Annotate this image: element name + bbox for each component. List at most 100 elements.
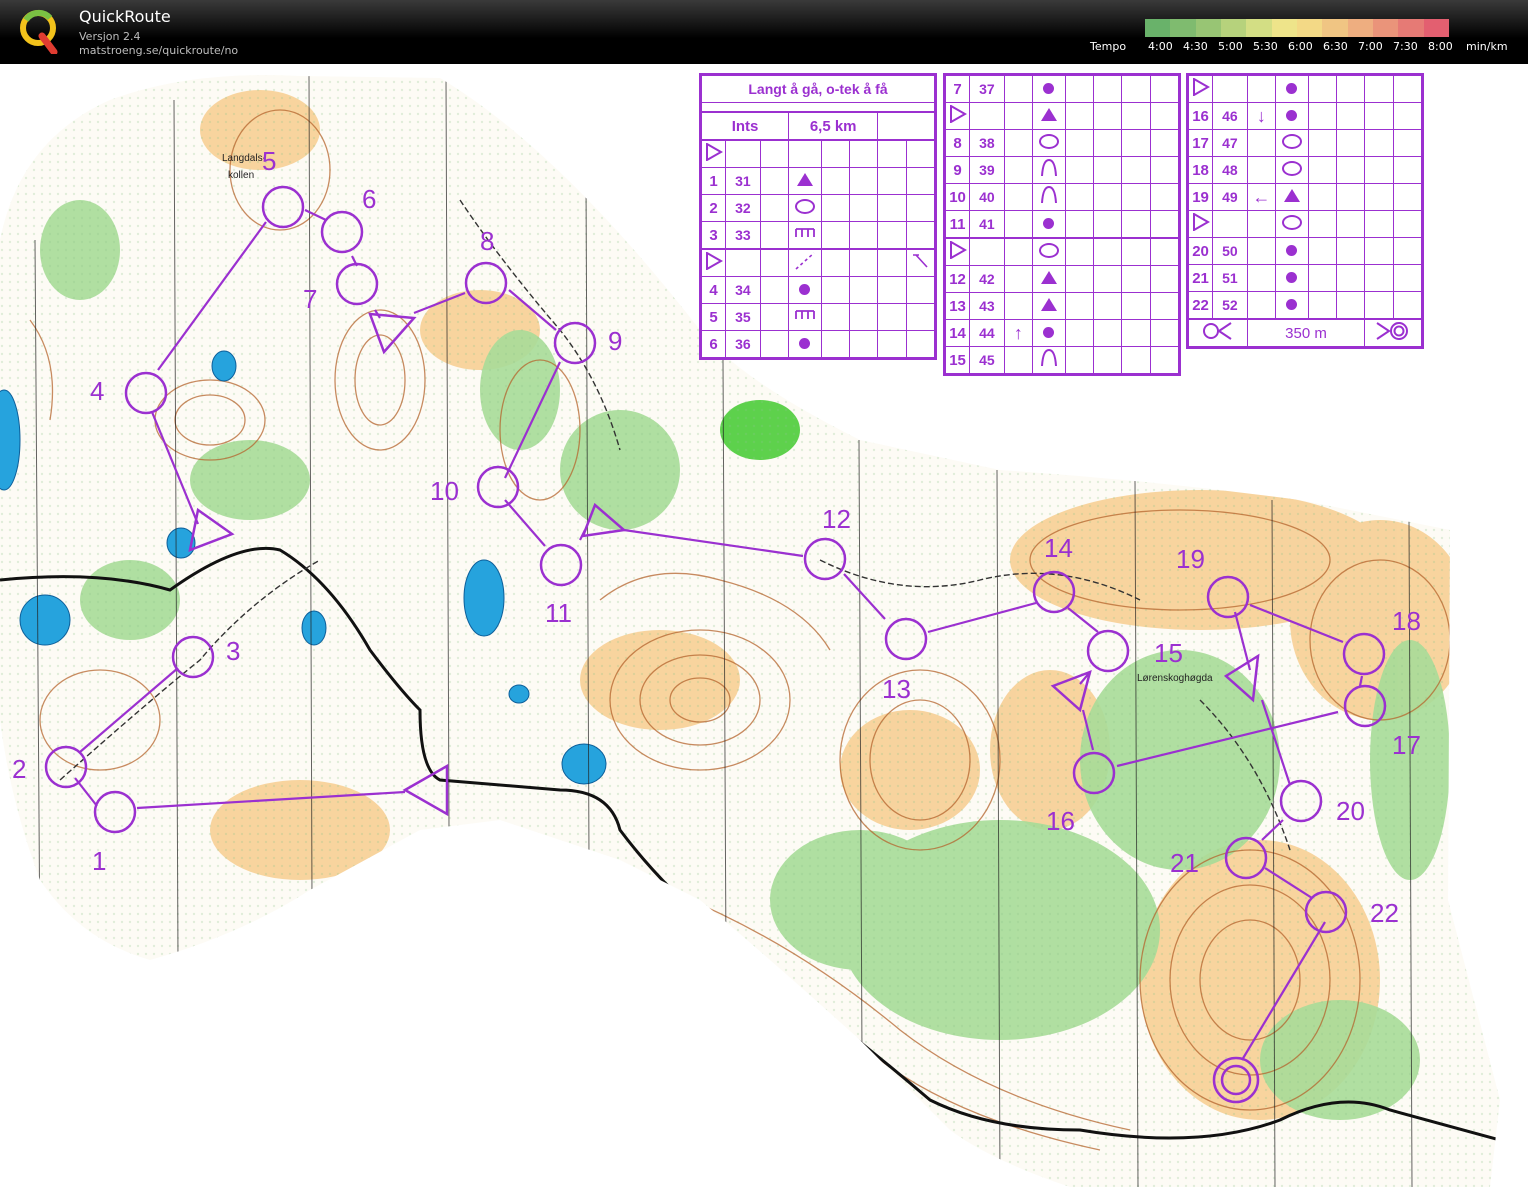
tempo-tick: 5:00 [1218,40,1243,53]
control-seq: 19 [1187,183,1214,211]
start-icon [705,142,723,165]
app-url: matstroeng.se/quickroute/no [79,44,239,57]
control-code: 46 [1212,102,1248,130]
description-cell [1364,183,1394,211]
which-feature [1003,129,1034,157]
feature-symbol [788,330,822,358]
control-seq: 20 [1187,237,1214,265]
description-cell [877,303,907,331]
tempo-color-swatch [1145,19,1171,37]
point-feature-icon [799,283,811,295]
finish-funnel-icon [1202,322,1232,340]
description-cell [1335,183,1366,211]
point-feature-icon [1043,217,1055,229]
description-cell [1092,265,1123,293]
which-feature [759,194,790,222]
which-feature [1003,210,1034,239]
place-name-hill-2: kollen [228,170,254,181]
description-cell [905,167,936,195]
wall-icon [794,228,816,245]
app-title: QuickRoute [79,7,171,26]
control-description-sheet-3: 16 46 ↓ 17 47 18 48 19 49 ← 20 50 21 51 22 52 350 m [1186,73,1424,349]
which-feature: ↑ [1003,319,1034,347]
description-cell [820,330,850,358]
depression-icon [1038,133,1059,149]
which-feature [759,276,790,304]
control-seq: 15 [944,346,971,374]
control-code: 51 [1212,264,1248,292]
which-feature [1246,237,1277,265]
which-feature: ↓ [1246,102,1277,130]
feature-symbol [1275,129,1309,157]
control-code: 31 [725,167,761,195]
start-icon [705,251,723,274]
control-number: 1 [92,846,106,876]
control-number: 6 [362,184,376,214]
description-cell [1064,319,1094,347]
which-feature [759,330,790,358]
description-cell [1149,346,1180,374]
control-number: 3 [226,636,240,666]
triangle-feature-icon [1040,270,1057,284]
which-feature [759,221,790,250]
finish-end-symbol [1364,318,1422,347]
control-seq [944,237,971,266]
point-feature-icon [1286,82,1298,94]
which-feature [1003,75,1034,103]
description-cell [1092,292,1123,320]
control-number: 22 [1370,898,1399,928]
feature-symbol [1032,292,1066,320]
description-cell [877,276,907,304]
description-cell [1064,183,1094,211]
description-cell [1121,75,1151,103]
feature-symbol [1275,237,1309,265]
description-cell [905,330,936,358]
which-feature [1003,237,1034,266]
point-feature-icon [799,337,811,349]
description-row [944,102,1180,130]
depression-icon [794,198,815,214]
depression-icon [1281,214,1302,230]
app-header: QuickRoute Versjon 2.4 matstroeng.se/qui… [0,0,1528,64]
description-cell [1149,265,1180,293]
course-length: 6,5 km [788,111,879,141]
feature-symbol [788,221,822,250]
description-cell [1364,75,1394,103]
description-row: 21 51 [1187,264,1423,292]
description-row: 9 39 [944,156,1180,184]
control-code [969,237,1005,266]
description-cell [1121,156,1151,184]
description-cell [905,194,936,222]
control-number: 7 [303,284,317,314]
control-code: 43 [969,292,1005,320]
description-cell [1149,183,1180,211]
which-feature [759,303,790,331]
tempo-tick: 6:30 [1323,40,1348,53]
description-row: 17 47 [1187,129,1423,157]
control-number: 13 [882,674,911,704]
control-number: 14 [1044,533,1073,563]
triangle-feature-icon [1040,297,1057,311]
description-cell [1064,346,1094,374]
description-row [700,139,936,168]
control-seq: 5 [700,303,727,331]
description-cell [1092,102,1123,130]
description-cell [1307,264,1337,292]
description-cell [1092,237,1123,266]
wall-icon [794,310,816,327]
description-cell [877,167,907,195]
feature-symbol [1275,183,1309,211]
tempo-color-swatch [1195,19,1221,37]
description-cell [905,303,936,331]
description-cell [1392,129,1423,157]
description-cell [1364,129,1394,157]
tempo-color-swatch [1347,19,1373,37]
control-code: 44 [969,319,1005,347]
description-cell [848,303,879,331]
depression-icon [1281,160,1302,176]
direction-arrow-icon: ↑ [1013,322,1023,343]
control-number: 4 [90,376,104,406]
description-row: 14 44 ↑ [944,319,1180,347]
description-cell [820,248,850,277]
description-cell [820,194,850,222]
